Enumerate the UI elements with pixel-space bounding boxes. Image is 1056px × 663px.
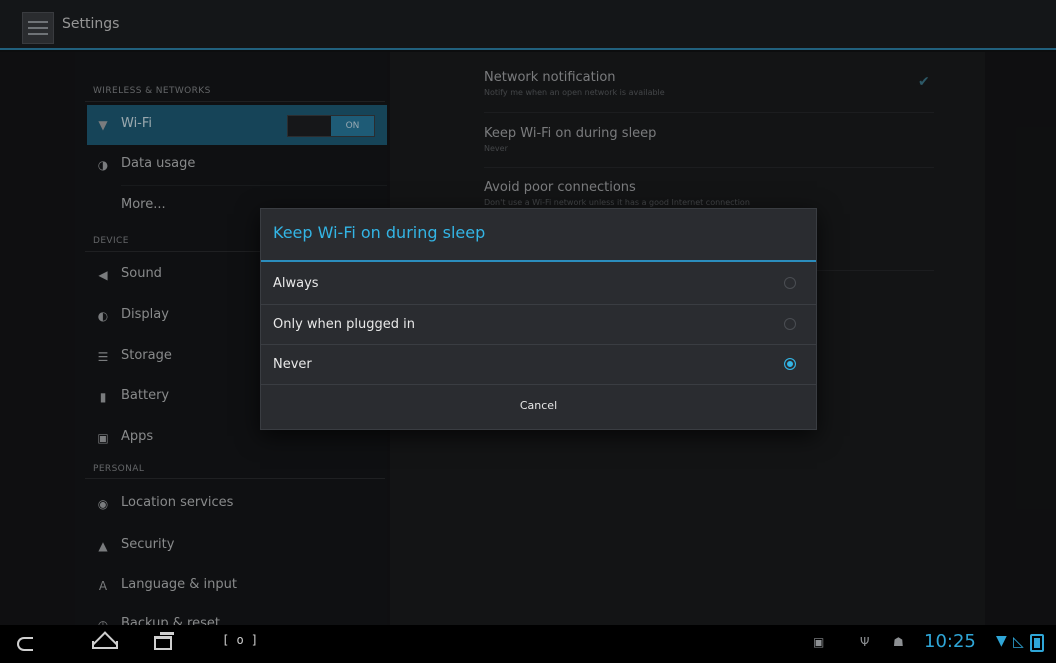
cancel-button[interactable]: Cancel <box>261 384 816 428</box>
mobile-signal-icon[interactable] <box>1013 634 1027 650</box>
option-never[interactable]: Never <box>261 345 816 385</box>
option-always[interactable]: Always <box>261 264 816 304</box>
wifi-signal-icon[interactable] <box>996 633 1012 651</box>
radio-button-selected[interactable] <box>784 358 796 370</box>
keep-wifi-on-dialog: Keep Wi-Fi on during sleep Always Only w… <box>260 208 817 430</box>
system-navigation-bar: [ o ] ▣ Ψ ☗ 10:25 <box>0 625 1056 663</box>
option-only-when-plugged-in[interactable]: Only when plugged in <box>261 305 816 345</box>
usb-icon[interactable]: Ψ <box>860 635 869 649</box>
picture-notification-icon[interactable]: ▣ <box>813 635 824 649</box>
option-label: Only when plugged in <box>273 317 415 332</box>
dialog-title: Keep Wi-Fi on during sleep <box>273 223 486 242</box>
radio-button[interactable] <box>784 318 796 330</box>
recent-apps-icon[interactable] <box>154 632 174 650</box>
home-icon[interactable] <box>92 634 118 650</box>
android-debug-icon[interactable]: ☗ <box>893 635 904 649</box>
settings-app: Settings WIRELESS & NETWORKS ▼ Wi-Fi ON … <box>0 0 1056 663</box>
dialog-title-divider <box>261 260 816 262</box>
status-clock[interactable]: 10:25 <box>924 631 976 652</box>
back-icon[interactable] <box>17 637 33 651</box>
radio-button[interactable] <box>784 277 796 289</box>
battery-charging-icon[interactable] <box>1030 634 1044 652</box>
option-label: Always <box>273 276 319 291</box>
option-label: Never <box>273 357 312 372</box>
screenshot-icon[interactable]: [ o ] <box>222 633 258 647</box>
